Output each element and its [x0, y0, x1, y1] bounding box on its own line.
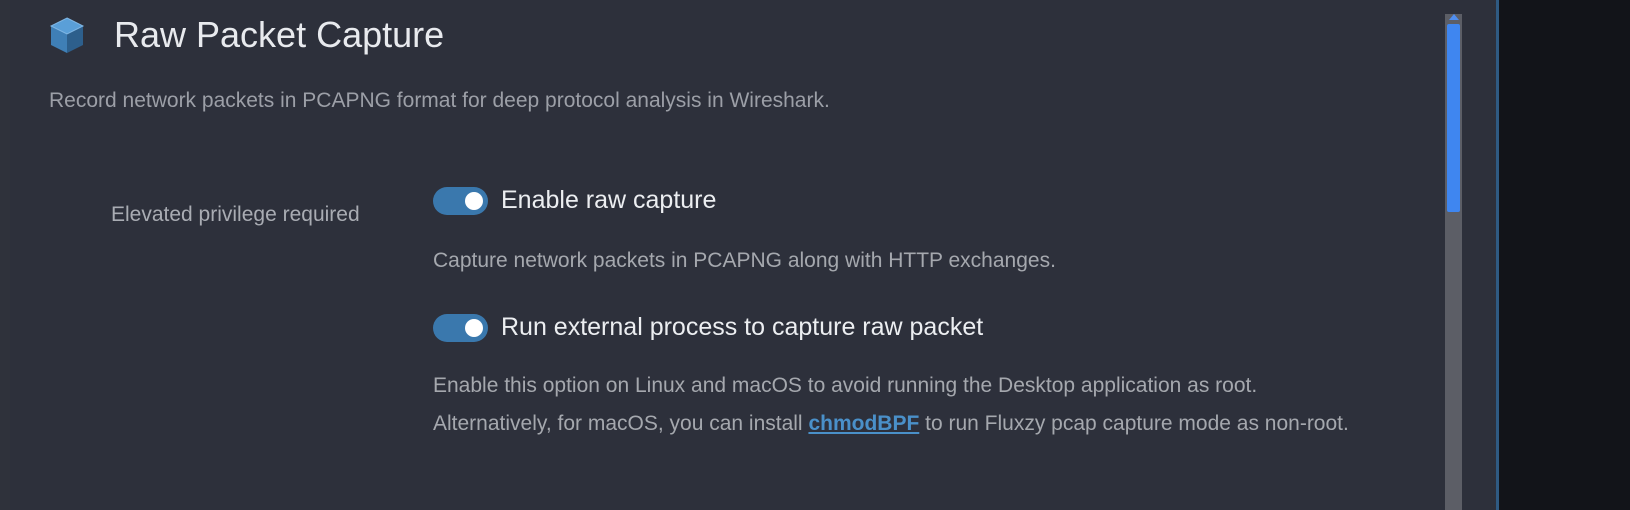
section-header: Raw Packet Capture: [47, 10, 444, 60]
privilege-label: Elevated privilege required: [111, 203, 360, 226]
external-process-toggle[interactable]: [433, 313, 488, 342]
cube-icon: [47, 15, 87, 55]
section-subtitle: Record network packets in PCAPNG format …: [49, 89, 830, 112]
right-pane: [1499, 0, 1630, 510]
external-process-description: Enable this option on Linux and macOS to…: [433, 367, 1413, 443]
enable-raw-capture-toggle[interactable]: [433, 186, 488, 215]
section-title: Raw Packet Capture: [114, 14, 445, 55]
description-pre-link: Alternatively, for macOS, you can instal…: [433, 412, 809, 435]
description-line1: Enable this option on Linux and macOS to…: [433, 374, 1258, 397]
external-process-option: Run external process to capture raw pack…: [433, 313, 983, 342]
enable-raw-capture-label[interactable]: Enable raw capture: [501, 186, 716, 215]
enable-raw-capture-description: Capture network packets in PCAPNG along …: [433, 249, 1056, 272]
vertical-scrollbar-thumb[interactable]: [1447, 24, 1460, 212]
description-post-link: to run Fluxzy pcap capture mode as non-r…: [919, 412, 1349, 435]
external-process-label[interactable]: Run external process to capture raw pack…: [501, 313, 983, 342]
settings-panel: Raw Packet Capture Record network packet…: [10, 0, 1496, 510]
toggle-knob: [465, 318, 483, 337]
scroll-up-arrow-icon[interactable]: [1449, 14, 1459, 20]
enable-raw-capture-option: Enable raw capture: [433, 186, 716, 215]
chmodbpf-link[interactable]: chmodBPF: [808, 412, 919, 435]
toggle-knob: [465, 191, 483, 210]
